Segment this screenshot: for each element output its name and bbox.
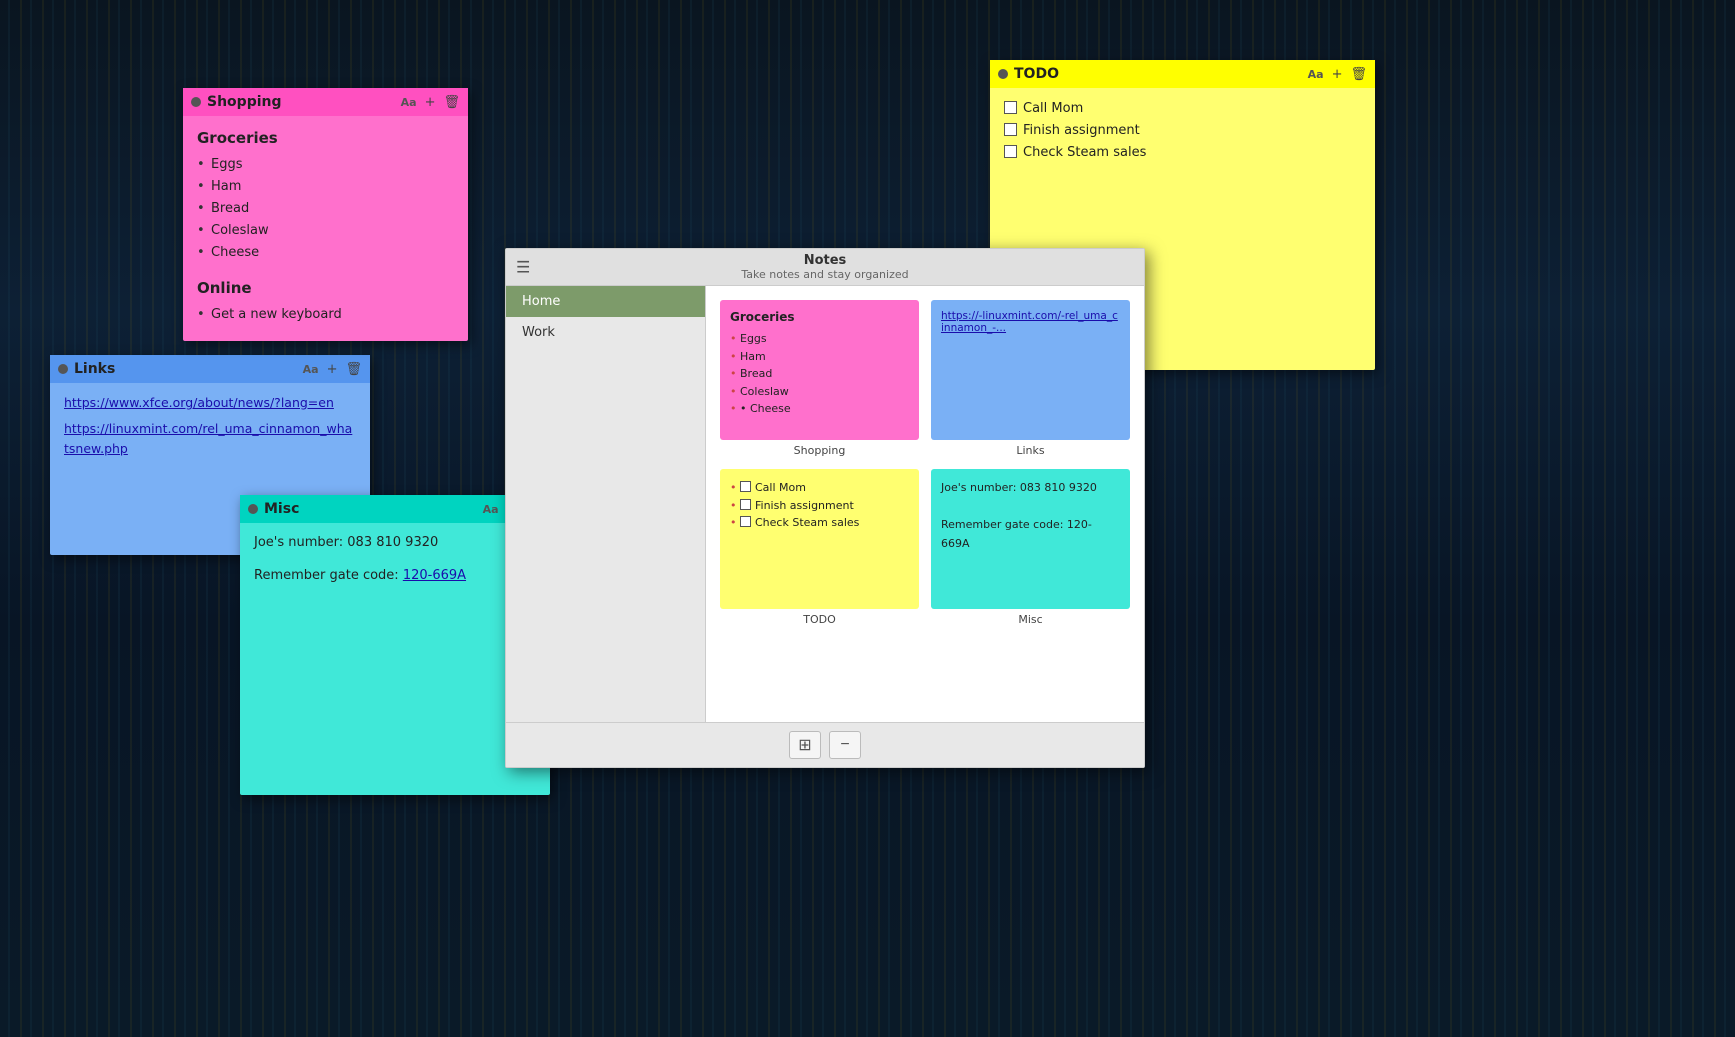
list-item: • Cheese — [730, 400, 909, 418]
links-add-icon[interactable]: + — [327, 362, 338, 377]
notes-manager-body: Home Work Groceries Eggs Ham Bread Coles… — [506, 286, 1144, 722]
nm-card-links[interactable]: https://-linuxmint.com/-rel_uma_cinnamon… — [931, 300, 1130, 440]
misc-note: Misc Aa + 🗑 Joe's number: 083 810 9320 R… — [240, 495, 550, 795]
list-item: Get a new keyboard — [197, 304, 454, 326]
notes-card-wrapper: Call Mom Finish assignment Check Steam s… — [720, 469, 919, 626]
notes-grid: Groceries Eggs Ham Bread Coleslaw • Chee… — [706, 286, 1144, 640]
misc-phone: Joe's number: 083 810 9320 — [254, 533, 536, 554]
misc-dot — [248, 504, 258, 514]
todo-note-header: TODO Aa + 🗑 — [990, 60, 1375, 88]
notes-card-wrapper: https://-linuxmint.com/-rel_uma_cinnamon… — [931, 300, 1130, 457]
links-delete-icon[interactable]: 🗑 — [345, 362, 362, 377]
shopping-note: Shopping Aa + 🗑 Groceries Eggs Ham Bread… — [183, 88, 468, 341]
todo-actions: Aa + 🗑 — [1308, 67, 1367, 82]
misc-gate: Remember gate code: 120-669A — [254, 566, 536, 587]
todo-list: Call Mom Finish assignment Check Steam s… — [1004, 98, 1361, 164]
todo-card-item-label: Call Mom — [755, 479, 806, 497]
nm-card-todo-label: TODO — [720, 613, 919, 626]
todo-item: Check Steam sales — [1004, 142, 1361, 164]
shopping-title: Shopping — [207, 94, 395, 110]
notes-manager-footer: ⊞ − — [506, 722, 1144, 767]
checkbox[interactable] — [1004, 123, 1017, 136]
small-checkbox[interactable] — [740, 481, 751, 492]
notes-manager-titlebar: ☰ Notes Take notes and stay organized — [506, 249, 1144, 286]
todo-card-item: Finish assignment — [730, 497, 909, 515]
misc-title: Misc — [264, 501, 477, 517]
shopping-note-header: Shopping Aa + 🗑 — [183, 88, 468, 116]
nm-card-link-item[interactable]: https://-linuxmint.com/-rel_uma_cinnamon… — [941, 310, 1120, 334]
list-item: Eggs — [730, 330, 909, 348]
list-item: Bread — [730, 365, 909, 383]
list-item: Bread — [197, 198, 454, 220]
list-item: Ham — [197, 176, 454, 198]
nm-add-button[interactable]: ⊞ — [789, 731, 821, 759]
misc-note-header: Misc Aa + 🗑 — [240, 495, 550, 523]
nm-card-misc-label: Misc — [931, 613, 1130, 626]
nm-card-todo[interactable]: Call Mom Finish assignment Check Steam s… — [720, 469, 919, 609]
todo-font-icon[interactable]: Aa — [1308, 68, 1324, 81]
todo-card-item-label: Finish assignment — [755, 497, 854, 515]
hamburger-menu-icon[interactable]: ☰ — [516, 258, 530, 277]
small-checkbox[interactable] — [740, 516, 751, 527]
nm-card-misc-content: Joe's number: 083 810 9320Remember gate … — [941, 479, 1120, 554]
misc-body: Joe's number: 083 810 9320 Remember gate… — [240, 523, 550, 795]
todo-add-icon[interactable]: + — [1332, 67, 1343, 82]
notes-manager-subtitle: Take notes and stay organized — [741, 268, 908, 281]
nm-remove-button[interactable]: − — [829, 731, 861, 759]
checkbox[interactable] — [1004, 101, 1017, 114]
shopping-dot — [191, 97, 201, 107]
shopping-delete-icon[interactable]: 🗑 — [443, 95, 460, 110]
nm-card-shopping-title: Groceries — [730, 310, 909, 324]
list-item: Coleslaw — [197, 220, 454, 242]
shopping-actions: Aa + 🗑 — [401, 95, 460, 110]
todo-item: Finish assignment — [1004, 120, 1361, 142]
sidebar-item-home[interactable]: Home — [506, 286, 705, 317]
list-item: Eggs — [197, 154, 454, 176]
shopping-body: Groceries Eggs Ham Bread Coleslaw Cheese… — [183, 116, 468, 341]
notes-main-area: Groceries Eggs Ham Bread Coleslaw • Chee… — [706, 286, 1144, 722]
nm-card-todo-list: Call Mom Finish assignment Check Steam s… — [730, 479, 909, 532]
todo-item-label: Check Steam sales — [1023, 142, 1146, 164]
gate-code-link[interactable]: 120-669A — [403, 568, 466, 583]
links-font-icon[interactable]: Aa — [303, 363, 319, 376]
todo-card-item: Call Mom — [730, 479, 909, 497]
todo-item-label: Finish assignment — [1023, 120, 1140, 142]
todo-title: TODO — [1014, 66, 1302, 82]
checkbox[interactable] — [1004, 145, 1017, 158]
online-heading: Online — [197, 276, 454, 300]
link-item[interactable]: https://www.xfce.org/about/news/?lang=en — [64, 393, 356, 413]
todo-dot — [998, 69, 1008, 79]
list-item: Ham — [730, 348, 909, 366]
list-item: Cheese — [197, 242, 454, 264]
links-title: Links — [74, 361, 297, 377]
notes-card-wrapper: Joe's number: 083 810 9320Remember gate … — [931, 469, 1130, 626]
link-item[interactable]: https://linuxmint.com/rel_uma_cinnamon_w… — [64, 419, 356, 459]
links-note-header: Links Aa + 🗑 — [50, 355, 370, 383]
todo-delete-icon[interactable]: 🗑 — [1350, 67, 1367, 82]
list-item: Coleslaw — [730, 383, 909, 401]
nm-card-links-label: Links — [931, 444, 1130, 457]
small-checkbox[interactable] — [740, 499, 751, 510]
todo-card-item-label: Check Steam sales — [755, 514, 859, 532]
shopping-add-icon[interactable]: + — [425, 95, 436, 110]
nm-card-misc[interactable]: Joe's number: 083 810 9320Remember gate … — [931, 469, 1130, 609]
nm-card-shopping[interactable]: Groceries Eggs Ham Bread Coleslaw • Chee… — [720, 300, 919, 440]
nm-card-shopping-list: Eggs Ham Bread Coleslaw • Cheese — [730, 330, 909, 418]
notes-manager-title: Notes — [804, 253, 847, 268]
notes-card-wrapper: Groceries Eggs Ham Bread Coleslaw • Chee… — [720, 300, 919, 457]
links-actions: Aa + 🗑 — [303, 362, 362, 377]
groceries-list: Eggs Ham Bread Coleslaw Cheese — [197, 154, 454, 264]
notes-sidebar: Home Work — [506, 286, 706, 722]
groceries-heading: Groceries — [197, 126, 454, 150]
notes-manager-window: ☰ Notes Take notes and stay organized Ho… — [505, 248, 1145, 768]
links-dot — [58, 364, 68, 374]
online-list: Get a new keyboard — [197, 304, 454, 326]
todo-card-item: Check Steam sales — [730, 514, 909, 532]
todo-item-label: Call Mom — [1023, 98, 1083, 120]
shopping-font-icon[interactable]: Aa — [401, 96, 417, 109]
sidebar-item-work[interactable]: Work — [506, 317, 705, 348]
todo-item: Call Mom — [1004, 98, 1361, 120]
nm-card-shopping-label: Shopping — [720, 444, 919, 457]
misc-font-icon[interactable]: Aa — [483, 503, 499, 516]
